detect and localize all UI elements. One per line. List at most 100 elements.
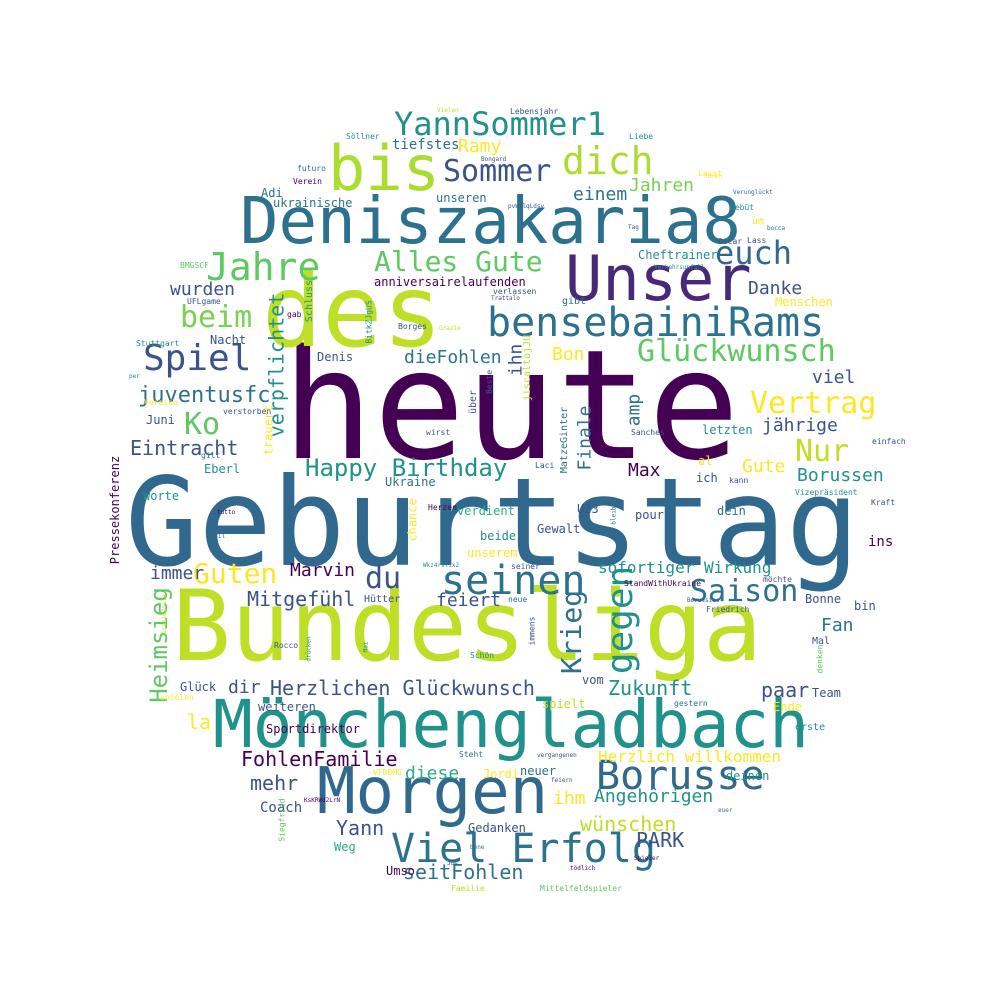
cloud-word-team: Team bbox=[812, 686, 841, 700]
cloud-word-mittelfeldspieler: Mittelfeldspieler bbox=[540, 884, 622, 893]
cloud-word-familie: Familie bbox=[451, 884, 485, 893]
cloud-word-lebensjahr: Lebensjahr bbox=[510, 107, 559, 116]
cloud-word-matzeginter: MatzeGinter bbox=[559, 406, 571, 474]
cloud-word-immens: immens bbox=[526, 616, 536, 646]
cloud-word-menschen: Menschen bbox=[775, 295, 833, 309]
cloud-word-adi: Adi bbox=[261, 186, 283, 200]
word-cloud: heute Geburtstag Bundesliga des Deniszakaria… bbox=[0, 0, 1000, 1000]
cloud-word-ihm: ihm bbox=[553, 788, 586, 809]
cloud-word-grazie2mila: Grazie2mila bbox=[160, 594, 168, 634]
cloud-word-mehr: mehr bbox=[250, 771, 299, 795]
cloud-word-bmgscf: BMGSCF bbox=[180, 261, 209, 270]
cloud-word-la: la bbox=[187, 710, 212, 734]
cloud-word-pvwtlqldsy: pvWtlqLdsy bbox=[508, 203, 545, 210]
cloud-word-bin: bin bbox=[854, 599, 876, 613]
cloud-word-ich: ich bbox=[696, 471, 718, 485]
cloud-word-angehoerigen: Angehörigen bbox=[594, 786, 714, 807]
cloud-word-spielen: spielen bbox=[160, 693, 194, 702]
cloud-word-tutto: tutto bbox=[217, 509, 236, 516]
cloud-word-tiefstes: tiefstes bbox=[392, 137, 460, 153]
cloud-word-umso: Umso bbox=[386, 864, 415, 878]
cloud-word-gilt: gilt bbox=[201, 451, 221, 460]
cloud-word-joe: Joe bbox=[447, 860, 458, 867]
cloud-word-sportdirektor: Sportdirektor bbox=[266, 722, 360, 736]
cloud-word-u23: U23 bbox=[577, 502, 599, 516]
cloud-word-stuttgart: Stuttgart bbox=[136, 339, 180, 348]
cloud-word-amp: amp bbox=[622, 393, 644, 427]
cloud-word-max: Max bbox=[628, 460, 661, 481]
cloud-word-weiteren: weiteren bbox=[258, 700, 316, 714]
cloud-word-rocco: Rocco bbox=[274, 641, 299, 650]
cloud-word-mitgefuehl: Mitgefühl bbox=[247, 587, 356, 611]
cloud-word-um: um bbox=[752, 216, 765, 227]
cloud-word-gute: Gute bbox=[742, 456, 786, 477]
cloud-word-standwithukraine: StandWithUkraine bbox=[624, 579, 702, 588]
cloud-word-laci: Laci bbox=[535, 461, 555, 470]
cloud-word-unseren: unseren bbox=[436, 191, 487, 205]
cloud-word-ukrainische: ukrainische bbox=[273, 196, 353, 210]
cloud-word-gewalt: Gewalt bbox=[537, 522, 581, 536]
cloud-word-juni: Juni bbox=[146, 413, 175, 427]
cloud-word-park: PARK bbox=[636, 828, 685, 852]
cloud-word-siegfried: Siegfried bbox=[277, 798, 287, 842]
cloud-word-jahren: Jahren bbox=[629, 175, 695, 196]
cloud-word-diefohlen: dieFohlen bbox=[404, 347, 502, 368]
cloud-word-bitkzjgus: BitkZJgUS bbox=[364, 300, 374, 344]
cloud-word-glueckwunsch: Glückwunsch bbox=[637, 334, 836, 369]
cloud-word-euer: euer bbox=[718, 807, 733, 814]
cloud-word-huetter: Hütter bbox=[364, 594, 401, 605]
cloud-word-bene: bene bbox=[470, 844, 485, 851]
cloud-word-oscar: Oscar bbox=[718, 237, 743, 246]
cloud-word-chance: chance bbox=[405, 498, 420, 542]
cloud-word-gab: gab bbox=[287, 310, 302, 319]
cloud-word-ihnen: ihnen bbox=[704, 173, 723, 180]
cloud-word-druecken: drücken bbox=[305, 636, 313, 662]
cloud-word-futuro: futuro bbox=[297, 164, 326, 173]
cloud-word-feiern: feiern bbox=[551, 777, 573, 784]
cloud-word-mai: Mai bbox=[361, 641, 369, 653]
cloud-word-denken: denken bbox=[814, 644, 824, 674]
cloud-word-finale: Finale bbox=[574, 405, 596, 471]
cloud-word-grazie: Grazie bbox=[439, 325, 461, 332]
cloud-word-vergangenen: vergangenen bbox=[537, 752, 577, 759]
cloud-word-vielen: Vielen bbox=[437, 107, 459, 114]
cloud-word-zukunft: Zukunft bbox=[608, 676, 693, 700]
cloud-word-deinen: deinen bbox=[726, 769, 770, 783]
cloud-word-gedanken: Gedanken bbox=[468, 821, 526, 835]
cloud-word-friedrich: Friedrich bbox=[706, 605, 750, 614]
cloud-word-erste: erste bbox=[795, 722, 826, 733]
cloud-word-per: per bbox=[129, 373, 140, 380]
cloud-word-einem: einem bbox=[573, 184, 628, 205]
cloud-word-verdient: verdient bbox=[457, 504, 515, 518]
cloud-word-verunglueckt: Verunglückt bbox=[733, 189, 773, 196]
cloud-word-immer: immer bbox=[150, 563, 205, 584]
cloud-word-borges: Borges bbox=[398, 322, 427, 331]
cloud-word-beste: Beste bbox=[485, 369, 495, 395]
cloud-word-sofortiger-wirkung: sofortiger Wirkung bbox=[598, 558, 772, 577]
cloud-word-paar: paar bbox=[761, 678, 810, 702]
cloud-word-viel: viel bbox=[812, 367, 856, 388]
cloud-word-einfach: einfach bbox=[872, 437, 906, 446]
cloud-word-spielt: spielt bbox=[542, 697, 586, 711]
cloud-word-seitfohlen: seitFohlen bbox=[403, 860, 524, 884]
cloud-word-nur: Nur bbox=[795, 434, 850, 469]
cloud-word-ukraine: Ukraine bbox=[385, 475, 436, 489]
cloud-word-marvin: Marvin bbox=[290, 560, 356, 581]
cloud-word-trattalo: Trattalo bbox=[491, 295, 520, 302]
cloud-word-borussen: Borussen bbox=[797, 465, 884, 486]
cloud-word-soellner: Söllner bbox=[346, 132, 380, 141]
cloud-word-sanches: Sanches bbox=[631, 428, 665, 437]
cloud-word-fan: Fan bbox=[821, 615, 854, 636]
cloud-word-moechte: möchte bbox=[763, 575, 792, 584]
cloud-word-wkz4r9lix2: Wkz4r9lix2 bbox=[423, 562, 460, 569]
cloud-word-letzten: letzten bbox=[702, 423, 753, 437]
cloud-word-spieler: Spieler bbox=[634, 855, 660, 862]
cloud-word-denis: Denis bbox=[317, 350, 354, 364]
cloud-word-gibt: gibt bbox=[562, 296, 587, 307]
cloud-word-herzlich-willkommen: Herzlich willkommen bbox=[598, 747, 782, 766]
cloud-word-vom: vom bbox=[582, 673, 604, 687]
cloud-word-jaehrige: jährige bbox=[762, 415, 838, 436]
cloud-word-diese: diese bbox=[405, 763, 460, 784]
cloud-word-ins: ins bbox=[868, 534, 894, 550]
cloud-word-lass: Lass bbox=[747, 236, 767, 245]
